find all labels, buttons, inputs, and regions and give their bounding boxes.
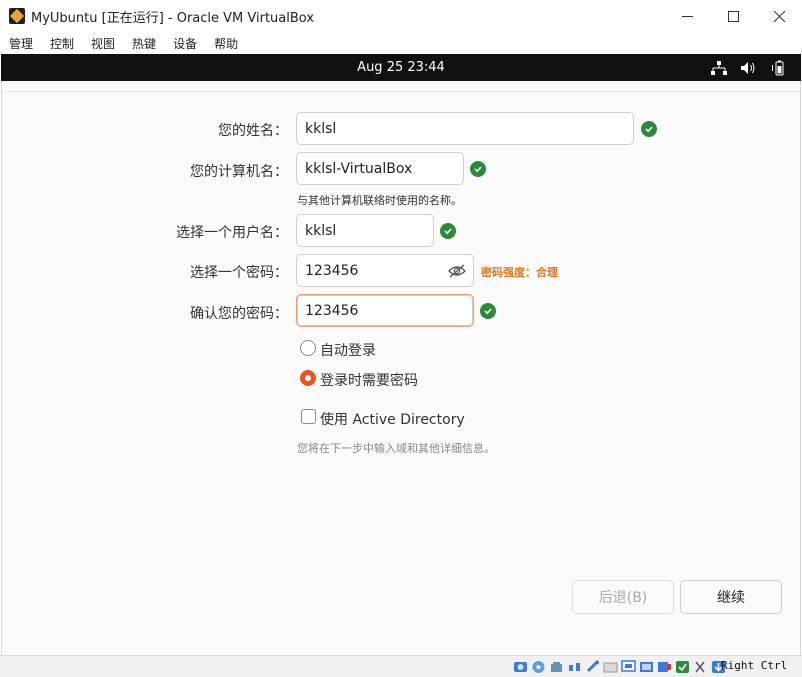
- menu-item-hotkeys[interactable]: 热键: [123, 35, 164, 52]
- computer-name-input[interactable]: kklsl-VirtualBox: [296, 152, 464, 185]
- password-strength: 密码强度：合理: [481, 266, 558, 279]
- virtualization-icon[interactable]: [674, 659, 691, 675]
- username-value: kklsl: [305, 222, 337, 239]
- guest-top-bar: Aug 25 23:44: [1, 54, 801, 81]
- username-input[interactable]: kklsl: [296, 214, 434, 247]
- menu-item-help[interactable]: 帮助: [205, 35, 246, 52]
- status-bar: Right Ctrl: [0, 655, 802, 677]
- status-icons: [512, 658, 727, 676]
- installer-panel: 您的姓名： kklsl 您的计算机名： kklsl-VirtualBox 与其他…: [1, 81, 801, 655]
- username-valid-check-icon: [440, 223, 456, 239]
- window-controls: [664, 0, 802, 32]
- active-directory-checkbox[interactable]: [301, 409, 316, 424]
- video-capture-icon[interactable]: [638, 659, 655, 675]
- require-password-radio[interactable]: [300, 370, 316, 386]
- confirm-password-input[interactable]: 123456: [296, 294, 474, 327]
- name-input[interactable]: kklsl: [296, 112, 634, 145]
- computer-name-value: kklsl-VirtualBox: [305, 160, 413, 177]
- menu-item-view[interactable]: 视图: [82, 35, 123, 52]
- recording-icon[interactable]: [656, 659, 673, 675]
- minimize-button[interactable]: [664, 0, 710, 32]
- close-icon: [773, 10, 785, 22]
- username-label: 选择一个用户名：: [176, 225, 288, 241]
- menu-item-manage[interactable]: 管理: [0, 35, 41, 52]
- divider: [2, 91, 800, 92]
- computer-name-hint: 与其他计算机联络时使用的名称。: [297, 194, 462, 207]
- maximize-icon: [727, 10, 739, 22]
- close-button[interactable]: [756, 0, 802, 32]
- auto-login-label[interactable]: 自动登录: [320, 340, 376, 360]
- confirm-password-label: 确认您的密码：: [190, 306, 288, 322]
- shared-folders-icon[interactable]: [602, 659, 619, 675]
- usb-icon[interactable]: [584, 659, 601, 675]
- battery-icon: [771, 60, 787, 76]
- virtualbox-app-icon: [9, 8, 25, 24]
- network-adapter-icon[interactable]: [566, 659, 583, 675]
- menu-bar: 管理 控制 视图 热键 设备 帮助: [0, 32, 802, 54]
- guest-clock[interactable]: Aug 25 23:44: [357, 60, 445, 75]
- password-label: 选择一个密码：: [190, 265, 288, 281]
- minimize-icon: [681, 15, 693, 17]
- computer-name-label: 您的计算机名：: [190, 164, 288, 180]
- require-password-label[interactable]: 登录时需要密码: [320, 370, 418, 390]
- host-key-label: Right Ctrl: [721, 659, 788, 672]
- back-button[interactable]: 后退(B): [572, 580, 674, 614]
- name-valid-check-icon: [641, 121, 657, 137]
- display-icon[interactable]: [620, 659, 637, 675]
- mouse-integration-icon[interactable]: [692, 659, 709, 675]
- auto-login-radio[interactable]: [300, 340, 316, 356]
- volume-icon: [741, 60, 757, 76]
- confirm-password-valid-check-icon: [480, 303, 496, 319]
- window-title: MyUbuntu [正在运行] - Oracle VM VirtualBox: [31, 10, 315, 26]
- hard-disk-icon[interactable]: [512, 659, 529, 675]
- maximize-button[interactable]: [710, 0, 756, 32]
- name-label: 您的姓名：: [218, 123, 288, 139]
- confirm-password-value: 123456: [305, 302, 359, 319]
- continue-button[interactable]: 继续: [680, 580, 782, 614]
- audio-icon[interactable]: [548, 659, 565, 675]
- password-value: 123456: [305, 262, 359, 279]
- window-titlebar: MyUbuntu [正在运行] - Oracle VM VirtualBox: [0, 0, 802, 32]
- network-icon: [711, 60, 727, 76]
- guest-system-tray[interactable]: [711, 54, 787, 81]
- name-value: kklsl: [305, 120, 337, 137]
- computer-name-valid-check-icon: [470, 161, 486, 177]
- optical-drive-icon[interactable]: [530, 659, 547, 675]
- menu-item-control[interactable]: 控制: [41, 35, 82, 52]
- active-directory-note: 您将在下一步中输入域和其他详细信息。: [297, 442, 495, 455]
- active-directory-label[interactable]: 使用 Active Directory: [320, 409, 465, 429]
- hide-password-eye-icon[interactable]: [448, 264, 466, 278]
- menu-item-devices[interactable]: 设备: [164, 35, 205, 52]
